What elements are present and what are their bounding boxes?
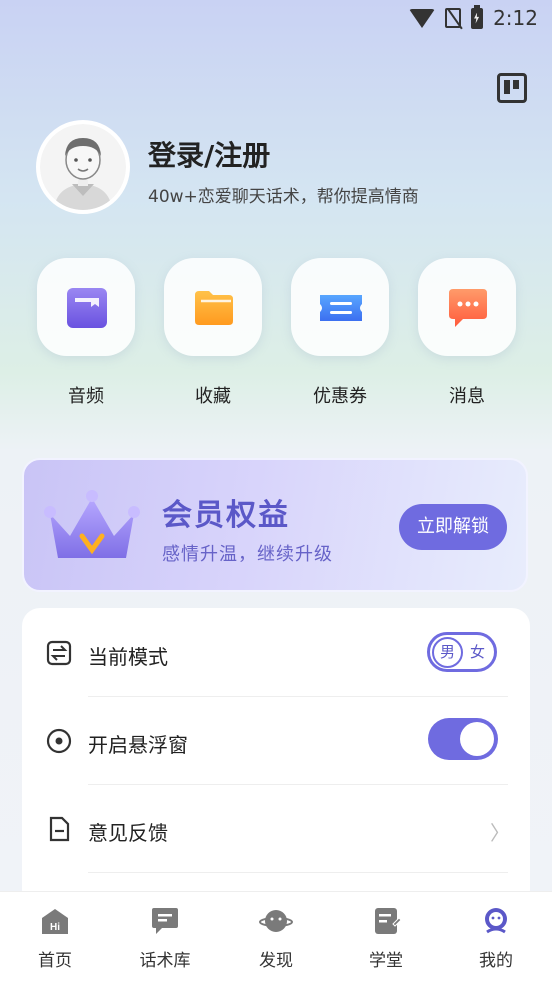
scan-icon[interactable]	[497, 73, 527, 103]
quick-action-messages[interactable]: 消息	[417, 258, 517, 408]
battery-charging-icon	[471, 4, 484, 29]
folder-icon	[195, 291, 233, 325]
unlock-button[interactable]: 立即解锁	[399, 504, 507, 550]
message-icon	[449, 289, 487, 327]
crown-icon	[44, 490, 140, 558]
no-sim-icon	[445, 8, 462, 28]
nav-label: 发现	[259, 951, 293, 971]
feedback-label: 意见反馈	[88, 821, 168, 845]
audio-book-icon	[67, 288, 107, 328]
nav-chat-library[interactable]: 话术库	[125, 906, 205, 971]
profile-icon	[479, 906, 513, 936]
floating-window-icon	[46, 728, 72, 754]
switch-mode-icon	[46, 640, 72, 666]
quick-action-audio[interactable]: 音频	[36, 258, 136, 408]
divider	[88, 872, 508, 873]
nav-profile[interactable]: 我的	[456, 906, 536, 971]
nav-label: 我的	[479, 951, 513, 971]
home-icon: Hi	[38, 906, 72, 936]
settings-card: 当前模式 男 女 开启悬浮窗 意见反馈 〉	[22, 608, 530, 908]
coupon-icon	[320, 295, 362, 321]
gender-toggle[interactable]: 男 女	[427, 632, 497, 672]
vip-title: 会员权益	[162, 498, 290, 533]
mode-row[interactable]: 当前模式 男 女	[22, 608, 530, 696]
floating-window-row[interactable]: 开启悬浮窗	[22, 696, 530, 784]
quick-action-label: 音频	[68, 386, 104, 407]
home-badge: Hi	[50, 922, 60, 933]
nav-label: 话术库	[139, 951, 191, 971]
vip-banner[interactable]: 会员权益 感情升温，继续升级 立即解锁	[22, 458, 528, 592]
status-bar: 2:12	[0, 0, 552, 38]
avatar[interactable]	[36, 120, 130, 214]
notebook-icon	[369, 906, 403, 936]
nav-label: 学堂	[369, 951, 403, 971]
planet-icon	[259, 906, 293, 936]
mode-label: 当前模式	[88, 645, 168, 669]
bottom-nav: Hi 首页 话术库 发现 学堂 我的	[0, 891, 552, 982]
chat-library-icon	[148, 906, 182, 936]
chevron-right-icon: 〉	[490, 821, 510, 845]
login-register-link[interactable]: 登录/注册	[148, 134, 270, 174]
quick-action-label: 消息	[449, 386, 485, 407]
nav-discover[interactable]: 发现	[236, 906, 316, 971]
vip-subtitle: 感情升温，继续升级	[162, 544, 333, 565]
nav-school[interactable]: 学堂	[346, 906, 426, 971]
quick-action-label: 优惠券	[313, 386, 367, 407]
gender-female-option[interactable]: 女	[470, 641, 485, 662]
feedback-row[interactable]: 意见反馈 〉	[22, 784, 530, 872]
profile-subtitle: 40w+恋爱聊天话术，帮你提高情商	[148, 187, 419, 207]
wifi-icon	[409, 8, 436, 28]
quick-action-coupons[interactable]: 优惠券	[290, 258, 390, 408]
quick-action-label: 收藏	[195, 386, 231, 407]
nav-home[interactable]: Hi 首页	[15, 906, 95, 971]
floating-window-label: 开启悬浮窗	[88, 733, 188, 757]
gender-male-option[interactable]: 男	[432, 637, 463, 668]
feedback-icon	[49, 816, 70, 842]
floating-window-switch[interactable]	[428, 718, 498, 760]
quick-action-favorites[interactable]: 收藏	[163, 258, 263, 408]
nav-label: 首页	[38, 951, 72, 971]
status-time: 2:12	[493, 6, 538, 30]
